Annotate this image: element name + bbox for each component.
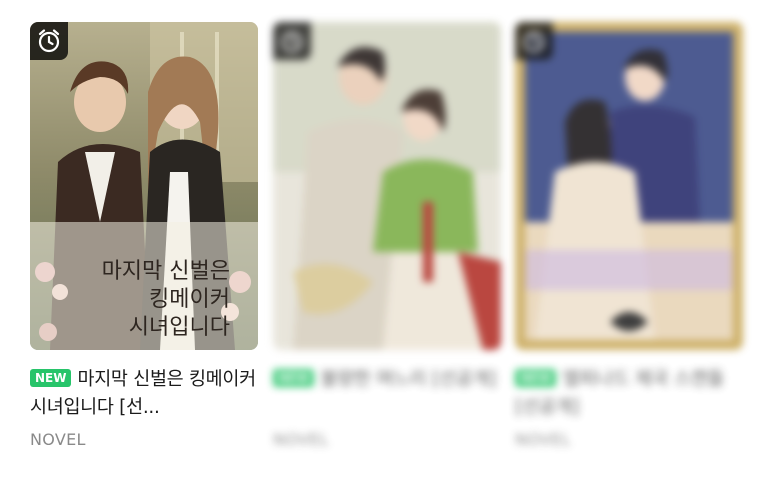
- novel-category: NOVEL: [30, 430, 86, 449]
- cover-title-line-1: 마지막 신벌은: [102, 259, 230, 284]
- book-cover[interactable]: 마지막 신벌은 킹메이커 시녀입니다: [30, 22, 258, 350]
- cover-title-line-3: 시녀입니다: [129, 315, 230, 340]
- new-badge: NEW: [515, 369, 557, 387]
- cover-illustration: [273, 22, 501, 350]
- alarm-clock-icon: [273, 22, 311, 60]
- book-cover[interactable]: [273, 22, 501, 350]
- novel-title[interactable]: NEW 마지막 신벌은 킹메이커 시녀입니다 [선...: [30, 366, 258, 422]
- novel-category: NOVEL: [515, 430, 571, 449]
- new-badge: NEW: [30, 369, 72, 387]
- alarm-clock-icon: [515, 22, 553, 60]
- novel-card[interactable]: NEW 엘피나드 제국 스캔들 [선공개] NOVEL: [515, 22, 743, 449]
- novel-card-row: 마지막 신벌은 킹메이커 시녀입니다 NEW 마지막 신벌은 킹메이커 시녀입니다…: [0, 0, 773, 480]
- novel-title-text: 불량한 며느리 [선공개]: [320, 369, 496, 390]
- alarm-clock-icon: [30, 22, 68, 60]
- novel-title[interactable]: NEW 엘피나드 제국 스캔들 [선공개]: [515, 366, 743, 422]
- cover-title-line-2: 킹메이커: [149, 287, 230, 312]
- new-badge: NEW: [273, 369, 315, 387]
- novel-card[interactable]: 마지막 신벌은 킹메이커 시녀입니다 NEW 마지막 신벌은 킹메이커 시녀입니다…: [30, 22, 258, 449]
- cover-illustration: 마지막 신벌은 킹메이커 시녀입니다: [30, 22, 258, 350]
- cover-illustration: [515, 22, 743, 350]
- book-cover[interactable]: [515, 22, 743, 350]
- novel-category: NOVEL: [273, 430, 329, 449]
- novel-card[interactable]: NEW 불량한 며느리 [선공개] NOVEL: [273, 22, 501, 449]
- novel-title[interactable]: NEW 불량한 며느리 [선공개]: [273, 366, 501, 422]
